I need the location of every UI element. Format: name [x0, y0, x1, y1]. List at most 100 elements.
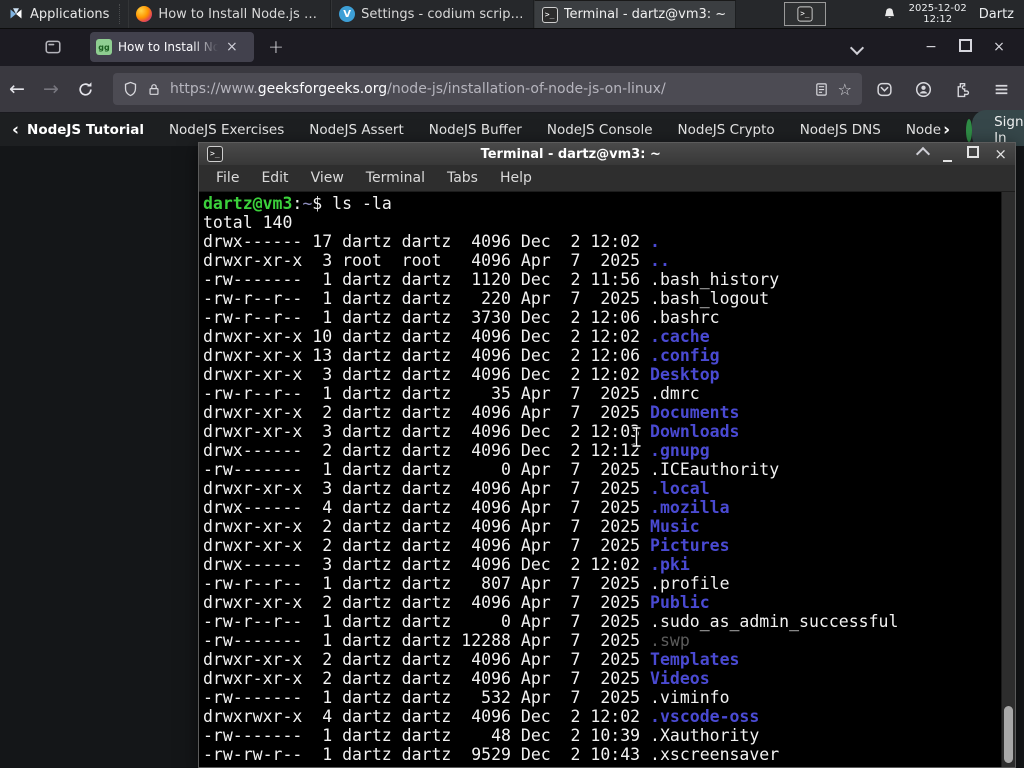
terminal-output-line: drwx------ 2 dartz dartz 4096 Dec 2 12:1… [203, 441, 710, 460]
nav-item[interactable]: NodeJS Crypto [678, 122, 775, 138]
terminal-menu-terminal[interactable]: Terminal [355, 170, 436, 186]
terminal-output-line: drwxr-xr-x 3 dartz dartz 4096 Apr 7 2025… [203, 479, 710, 498]
pocket-icon[interactable] [876, 81, 893, 98]
panel-spacer [826, 0, 881, 28]
terminal-output-line: drwxr-xr-x 2 dartz dartz 4096 Apr 7 2025… [203, 403, 740, 422]
tab-close-icon[interactable]: × [224, 40, 240, 54]
terminal-scrollbar[interactable] [1001, 192, 1015, 767]
terminal-output-line: drwxr-xr-x 2 dartz dartz 4096 Apr 7 2025… [203, 536, 730, 555]
applications-menu[interactable]: Applications [0, 0, 117, 28]
nav-item[interactable]: NodeJS Assert [309, 122, 404, 138]
terminal-lines: dartz@vm3:~$ ls -la total 140 drwx------ 1… [203, 194, 999, 764]
taskbar: How to Install Node.js o... V Settings - c… [128, 0, 737, 28]
reload-icon[interactable] [77, 81, 94, 98]
terminal-output-line: -rw-r--r-- 1 dartz dartz 807 Apr 7 2025 … [203, 574, 730, 593]
nav-item[interactable]: NodeJS Buffer [429, 122, 522, 138]
nav-item[interactable]: NodeJS Exercises [169, 122, 284, 138]
terminal-output-line: -rw-r--r-- 1 dartz dartz 0 Apr 7 2025 .s… [203, 612, 899, 631]
terminal-menu-view[interactable]: View [300, 170, 355, 186]
terminal-output-line: drwxr-xr-x 3 dartz dartz 4096 Dec 2 12:0… [203, 365, 720, 384]
terminal-title: Terminal - dartz@vm3: ~ [480, 146, 661, 162]
bookmark-star-icon[interactable]: ☆ [838, 80, 852, 99]
user-menu[interactable]: Dartz [979, 7, 1014, 22]
url-path: /node-js/installation-of-node-js-on-linu… [387, 81, 666, 97]
terminal-minimize-icon[interactable] [943, 147, 953, 162]
terminal-output-line: -rw-r--r-- 1 dartz dartz 35 Apr 7 2025 .… [203, 384, 700, 403]
terminal-window: >_ Terminal - dartz@vm3: ~ × File Edit Vie… [198, 142, 1016, 768]
terminal-menu-edit[interactable]: Edit [250, 170, 299, 186]
new-tab-button[interactable]: + [268, 36, 284, 58]
terminal-output-line: -rw-r--r-- 1 dartz dartz 220 Apr 7 2025 … [203, 289, 770, 308]
clock-date: 2025-12-02 [908, 3, 967, 14]
clock-time: 12:12 [923, 14, 953, 25]
reader-view-icon[interactable] [814, 82, 829, 97]
browser-tab-active[interactable]: gg How to Install Node.js on × [90, 32, 254, 62]
terminal-menu-help[interactable]: Help [489, 170, 543, 186]
nav-item[interactable]: NodeJS DNS [800, 122, 881, 138]
firefox-icon [136, 6, 153, 22]
shield-icon[interactable] [123, 81, 138, 97]
notification-bell-icon[interactable] [882, 6, 897, 22]
terminal-menubar: File Edit View Terminal Tabs Help [199, 165, 1015, 192]
system-tray: 2025-12-02 12:12 Dartz [882, 0, 1024, 28]
forward-button[interactable]: → [34, 78, 68, 100]
terminal-menu-tabs[interactable]: Tabs [436, 170, 489, 186]
window-minimize-button[interactable]: − [914, 39, 948, 55]
url-text[interactable]: https://www.geeksforgeeks.org/node-js/in… [170, 81, 805, 97]
terminal-close-icon[interactable]: × [994, 145, 1007, 163]
terminal-output-line: drwxr-xr-x 2 dartz dartz 4096 Apr 7 2025… [203, 593, 710, 612]
desktop: { "colors": { "gfg_green": "#2f8d46", "t… [0, 0, 1024, 768]
applications-label: Applications [30, 6, 110, 22]
nav-item[interactable]: Node [906, 122, 941, 138]
taskbar-button[interactable]: >_ Terminal - dartz@vm3: ~ [533, 0, 737, 28]
workspace-switcher[interactable]: >_ [784, 2, 827, 26]
hamburger-menu-icon[interactable] [993, 81, 1010, 98]
url-bar[interactable]: https://www.geeksforgeeks.org/node-js/in… [113, 73, 862, 105]
terminal-output-line: -rw------- 1 dartz dartz 0 Apr 7 2025 .I… [203, 460, 780, 479]
panel-clock[interactable]: 2025-12-02 12:12 [909, 3, 967, 25]
top-panel: Applications How to Install Node.js o...… [0, 0, 1024, 29]
terminal-titlebar[interactable]: >_ Terminal - dartz@vm3: ~ × [199, 143, 1015, 165]
terminal-output-line: drwxr-xr-x 3 dartz dartz 4096 Dec 2 12:0… [203, 422, 740, 441]
panel-separator [119, 4, 126, 24]
firefox-toolbar: ← → https://www.geeksforgeeks.org/node-j… [0, 66, 1024, 113]
terminal-output-line: total 140 [203, 213, 293, 232]
extensions-puzzle-icon[interactable] [954, 81, 971, 98]
terminal-menu-file[interactable]: File [205, 170, 250, 186]
applications-icon [10, 8, 22, 19]
nav-item[interactable]: NodeJS Tutorial [27, 122, 144, 138]
nav-items: NodeJS Tutorial NodeJS Exercises NodeJS As… [27, 122, 941, 138]
terminal-icon: >_ [541, 6, 558, 23]
terminal-output-line: drwxr-xr-x 13 dartz dartz 4096 Dec 2 12:… [203, 346, 720, 365]
taskbar-button-title: Settings - codium script... [361, 6, 526, 22]
terminal-output-line: drwxr-xr-x 2 dartz dartz 4096 Apr 7 2025… [203, 517, 700, 536]
terminal-rollup-icon[interactable] [916, 145, 931, 163]
window-maximize-button[interactable] [948, 38, 982, 56]
terminal-output-line: -rw------- 1 dartz dartz 532 Apr 7 2025 … [203, 688, 730, 707]
url-scheme: https://www. [170, 81, 258, 97]
back-button[interactable]: ← [0, 78, 34, 100]
window-close-button[interactable]: × [982, 39, 1016, 55]
nav-scroll-right-icon[interactable]: › [943, 120, 950, 140]
taskbar-button[interactable]: How to Install Node.js o... [128, 0, 332, 28]
terminal-output-line: drwxr-xr-x 2 dartz dartz 4096 Apr 7 2025… [203, 669, 710, 688]
taskbar-button[interactable]: V Settings - codium script... [331, 0, 534, 28]
terminal-output-line: drwx------ 4 dartz dartz 4096 Apr 7 2025… [203, 498, 730, 517]
lock-icon[interactable] [147, 82, 161, 97]
nav-item[interactable]: NodeJS Console [547, 122, 653, 138]
terminal-output-line: -rw-r--r-- 1 dartz dartz 3730 Dec 2 12:0… [203, 308, 720, 327]
account-icon[interactable] [915, 81, 932, 98]
terminal-output-line: drwxr-xr-x 2 dartz dartz 4096 Apr 7 2025… [203, 650, 740, 669]
terminal-maximize-icon[interactable] [967, 146, 980, 162]
list-all-tabs-icon[interactable] [849, 38, 865, 57]
terminal-output[interactable]: dartz@vm3:~$ ls -la total 140 drwx------ 1… [199, 192, 1015, 767]
terminal-output-line: -rw------- 1 dartz dartz 48 Dec 2 10:39 … [203, 726, 760, 745]
terminal-output-line: drwx------ 17 dartz dartz 4096 Dec 2 12:… [203, 232, 660, 251]
tab-title: How to Install Node.js on [118, 40, 218, 54]
terminal-output-line: drwxr-xr-x 3 root root 4096 Apr 7 2025 .… [203, 251, 670, 270]
firefox-view-icon[interactable] [44, 38, 62, 56]
terminal-window-thumbnail-icon: >_ [797, 6, 814, 22]
nav-scroll-left-icon[interactable]: ‹ [12, 120, 19, 140]
terminal-scrollbar-thumb[interactable] [1004, 706, 1013, 763]
toolbar-right-icons [876, 81, 1010, 98]
